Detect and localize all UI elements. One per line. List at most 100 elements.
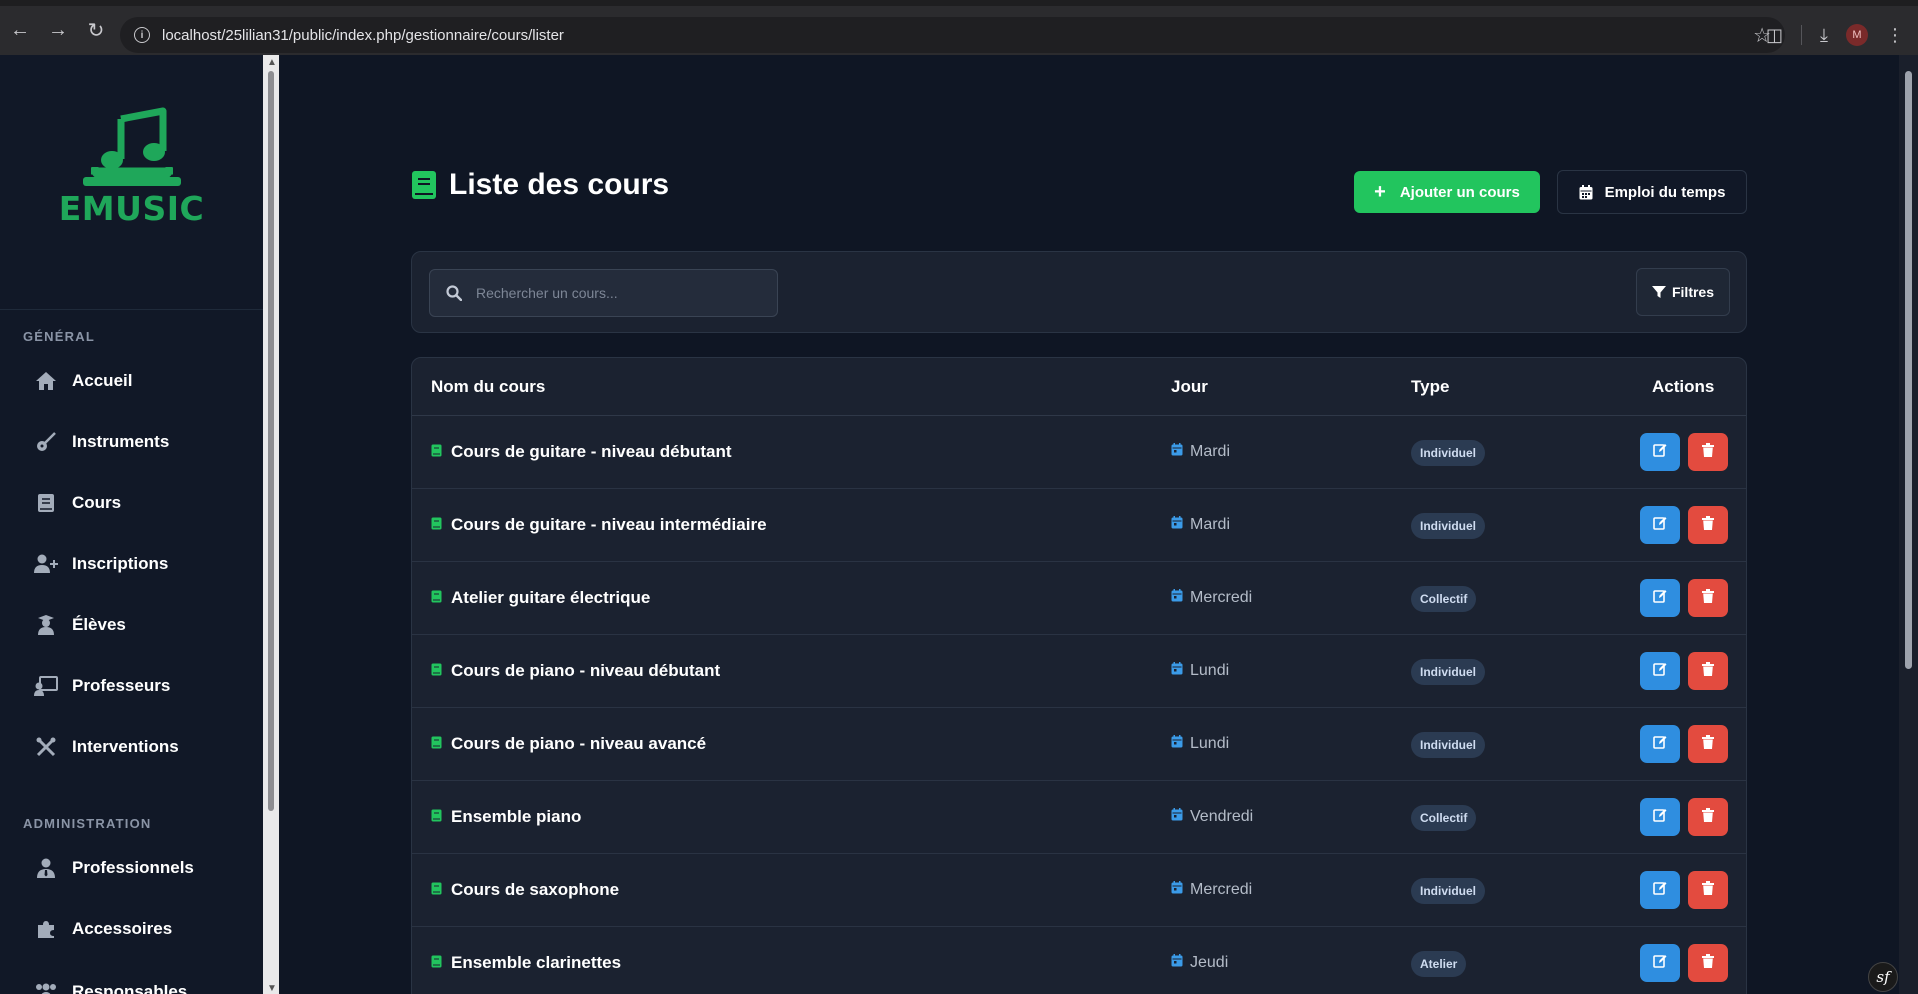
- course-day: Jeudi: [1190, 954, 1229, 971]
- guitar-icon: [34, 430, 58, 454]
- sidebar-item-label: Élèves: [72, 615, 126, 634]
- course-day-cell: Mardi: [1171, 516, 1230, 534]
- section-label-general: GÉNÉRAL: [23, 329, 95, 344]
- extensions-icon[interactable]: ◫: [1766, 25, 1783, 46]
- delete-button[interactable]: [1688, 433, 1728, 471]
- course-name-cell: Ensemble clarinettes: [431, 953, 621, 973]
- column-header-name[interactable]: Nom du cours: [431, 377, 545, 397]
- calendar-icon: [1171, 443, 1183, 461]
- sidebar-item-label: Accessoires: [72, 919, 173, 938]
- column-header-actions: Actions: [1652, 377, 1715, 396]
- sidebar-item-label: Professionnels: [72, 858, 194, 877]
- edit-button[interactable]: [1640, 944, 1680, 982]
- course-type-badge: Atelier: [1411, 951, 1467, 977]
- page-scroll-thumb[interactable]: [1905, 71, 1912, 669]
- edit-button[interactable]: [1640, 725, 1680, 763]
- table-row[interactable]: Ensemble clarinettes Jeudi Atelier: [412, 927, 1746, 994]
- tools-icon: [34, 735, 58, 759]
- column-header-type[interactable]: Type: [1411, 377, 1449, 397]
- sidebar-scroll-thumb[interactable]: [268, 71, 274, 811]
- edit-icon: [1653, 808, 1667, 827]
- sidebar-item-professionnels[interactable]: Professionnels: [34, 853, 194, 883]
- course-type-badge: Collectif: [1411, 805, 1477, 831]
- book-icon: [431, 953, 442, 973]
- sidebar-item-professeurs[interactable]: Professeurs: [34, 671, 170, 701]
- course-day: Mardi: [1190, 443, 1231, 460]
- filter-button[interactable]: Filtres: [1636, 268, 1730, 316]
- table-row[interactable]: Cours de guitare - niveau débutant Mardi I…: [412, 416, 1746, 489]
- course-day-cell: Lundi: [1171, 735, 1229, 753]
- book-icon: [431, 661, 442, 681]
- course-name: Cours de piano - niveau débutant: [451, 661, 721, 680]
- scroll-down-arrow-icon[interactable]: ▼: [267, 983, 277, 994]
- home-icon: [34, 369, 58, 393]
- toolbar-divider: [1801, 25, 1803, 45]
- edit-button[interactable]: [1640, 652, 1680, 690]
- course-day: Lundi: [1190, 662, 1230, 679]
- sidebar-item-inscriptions[interactable]: Inscriptions: [34, 549, 168, 579]
- delete-button[interactable]: [1688, 871, 1728, 909]
- book-icon: [431, 515, 442, 535]
- filter-icon: [1651, 286, 1666, 298]
- table-row[interactable]: Cours de guitare - niveau intermédiaire M…: [412, 489, 1746, 562]
- forward-icon[interactable]: →: [40, 13, 76, 49]
- book-icon: [412, 171, 436, 199]
- course-day-cell: Mardi: [1171, 443, 1230, 461]
- users-icon: [34, 980, 58, 994]
- book-icon: [431, 442, 442, 462]
- edit-button[interactable]: [1640, 506, 1680, 544]
- sidebar-item-cours[interactable]: Cours: [34, 488, 121, 518]
- table-row[interactable]: Atelier guitare électrique Mercredi Collec…: [412, 562, 1746, 635]
- delete-button[interactable]: [1688, 798, 1728, 836]
- table-row[interactable]: Ensemble piano Vendredi Collectif: [412, 781, 1746, 854]
- back-icon[interactable]: ←: [2, 13, 38, 49]
- delete-button[interactable]: [1688, 579, 1728, 617]
- edit-button[interactable]: [1640, 433, 1680, 471]
- edit-button[interactable]: [1640, 798, 1680, 836]
- sidebar-item-responsables[interactable]: Responsables: [34, 977, 187, 994]
- sidebar-item-accueil[interactable]: Accueil: [34, 366, 132, 396]
- table-body: Cours de guitare - niveau débutant Mardi I…: [412, 416, 1746, 994]
- delete-button[interactable]: [1688, 506, 1728, 544]
- search-field[interactable]: [429, 269, 778, 317]
- search-panel: Filtres: [411, 251, 1747, 333]
- address-bar[interactable]: i localhost/25lilian31/public/index.php/…: [120, 17, 1785, 53]
- course-name-cell: Ensemble piano: [431, 807, 581, 827]
- edit-button[interactable]: [1640, 871, 1680, 909]
- trash-icon: [1702, 734, 1714, 754]
- schedule-button[interactable]: Emploi du temps: [1557, 170, 1747, 214]
- browser-toolbar: ← → ↻ i localhost/25lilian31/public/inde…: [0, 0, 1918, 55]
- sidebar-item-eleves[interactable]: Élèves: [34, 610, 126, 640]
- add-course-label: Ajouter un cours: [1399, 183, 1520, 201]
- scroll-up-arrow-icon[interactable]: ▲: [267, 57, 277, 68]
- table-row[interactable]: Cours de piano - niveau avancé Lundi Indiv…: [412, 708, 1746, 781]
- schedule-label: Emploi du temps: [1604, 183, 1726, 201]
- search-input[interactable]: [476, 285, 766, 301]
- table-row[interactable]: Cours de saxophone Mercredi Individuel: [412, 854, 1746, 927]
- profile-avatar[interactable]: M: [1846, 24, 1868, 46]
- sidebar-item-instruments[interactable]: Instruments: [34, 427, 169, 457]
- course-day-cell: Jeudi: [1171, 954, 1228, 972]
- reload-icon[interactable]: ↻: [78, 13, 114, 49]
- course-day: Mercredi: [1190, 589, 1253, 606]
- course-name-cell: Cours de guitare - niveau débutant: [431, 442, 732, 462]
- sidebar-item-interventions[interactable]: Interventions: [34, 732, 179, 762]
- sidebar-item-label: Inscriptions: [72, 554, 169, 573]
- sidebar-item-label: Instruments: [72, 432, 170, 451]
- browser-menu-icon[interactable]: ⋮: [1886, 25, 1904, 46]
- column-header-day[interactable]: Jour: [1171, 377, 1208, 397]
- sidebar-scrollbar[interactable]: ▲ ▼: [263, 55, 279, 994]
- site-info-icon[interactable]: i: [134, 27, 150, 43]
- add-course-button[interactable]: + Ajouter un cours: [1354, 171, 1540, 213]
- symfony-toolbar-icon[interactable]: sf: [1868, 962, 1898, 992]
- delete-button[interactable]: [1688, 944, 1728, 982]
- delete-button[interactable]: [1688, 652, 1728, 690]
- page-scrollbar[interactable]: [1899, 55, 1918, 994]
- logo[interactable]: EMUSIC: [0, 55, 263, 310]
- delete-button[interactable]: [1688, 725, 1728, 763]
- table-row[interactable]: Cours de piano - niveau débutant Lundi Ind…: [412, 635, 1746, 708]
- music-laptop-logo-icon: [82, 107, 181, 186]
- sidebar-item-accessoires[interactable]: Accessoires: [34, 914, 172, 944]
- edit-button[interactable]: [1640, 579, 1680, 617]
- download-icon[interactable]: ⤓: [1820, 25, 1828, 46]
